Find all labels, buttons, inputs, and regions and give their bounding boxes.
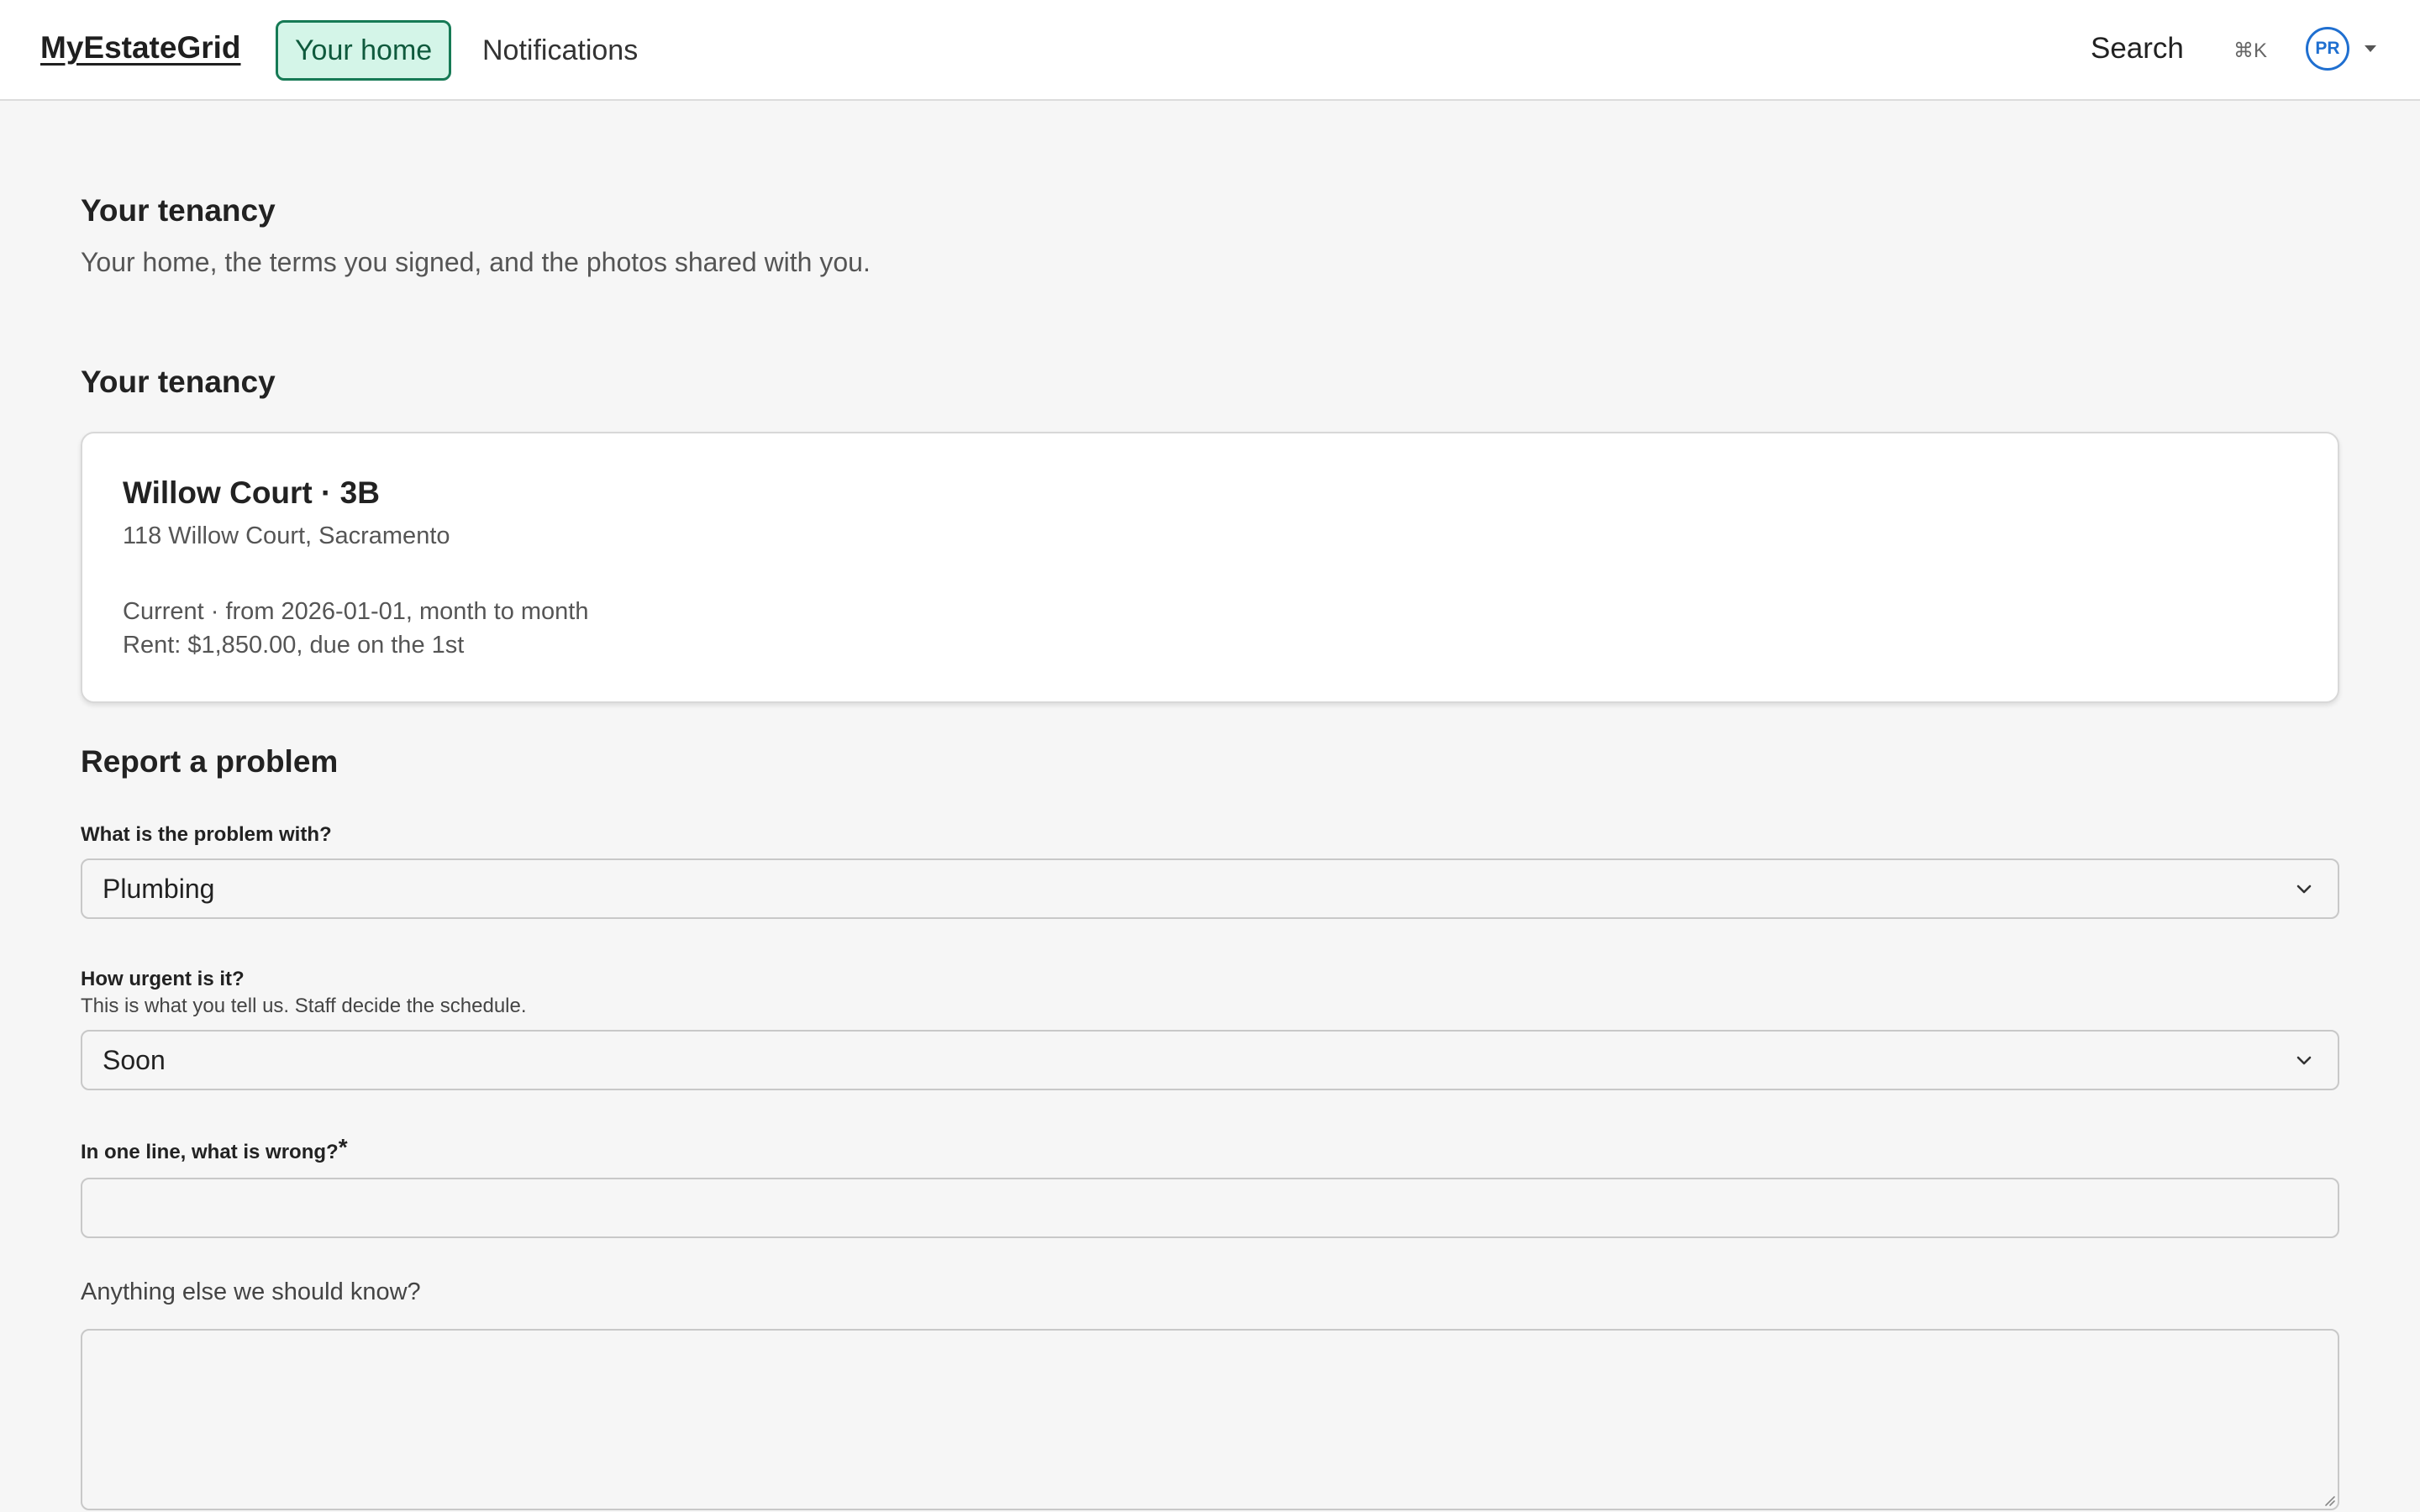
required-marker: * [338,1134,348,1160]
rent-info: Rent: $1,850.00, due on the 1st [123,632,465,659]
urgency-select[interactable]: Soon [81,1030,2339,1090]
resize-handle-icon[interactable] [2321,1492,2336,1507]
page-title: Your tenancy [81,193,276,228]
category-label: What is the problem with? [81,823,332,846]
tenancy-status: Current · from 2026-01-01, month to mont… [123,598,589,625]
property-address: 118 Willow Court, Sacramento [123,522,450,549]
search-button[interactable]: Search [2091,32,2184,66]
category-select-value: Plumbing [103,874,215,904]
summary-input[interactable] [81,1178,2339,1238]
tab-notifications[interactable]: Notifications [466,20,655,81]
urgency-select-value: Soon [103,1045,166,1075]
property-title: Willow Court · 3B [123,475,380,510]
caret-down-icon[interactable] [2365,45,2376,52]
summary-label: In one line, what is wrong?* [81,1134,348,1168]
page-subtitle: Your home, the terms you signed, and the… [81,247,871,277]
tab-your-home[interactable]: Your home [276,20,452,81]
app-logo-link[interactable]: MyEstateGrid [40,30,241,66]
chevron-down-icon [2296,1056,2312,1065]
tenancy-card: Willow Court · 3B 118 Willow Court, Sacr… [81,432,2339,703]
tenancy-section-heading: Your tenancy [81,365,276,399]
details-textarea[interactable] [81,1329,2339,1510]
urgency-label: How urgent is it? [81,968,245,990]
search-shortcut-hint: ⌘K [2233,39,2268,62]
summary-label-text: In one line, what is wrong? [81,1141,339,1163]
urgency-hint: This is what you tell us. Staff decide t… [81,995,527,1017]
category-select[interactable]: Plumbing [81,858,2339,919]
chevron-down-icon [2296,885,2312,894]
top-nav-bar: MyEstateGrid Your home Notifications Sea… [0,0,2420,101]
user-avatar[interactable]: PR [2306,27,2349,71]
report-section-heading: Report a problem [81,744,339,779]
details-label: Anything else we should know? [81,1278,421,1305]
